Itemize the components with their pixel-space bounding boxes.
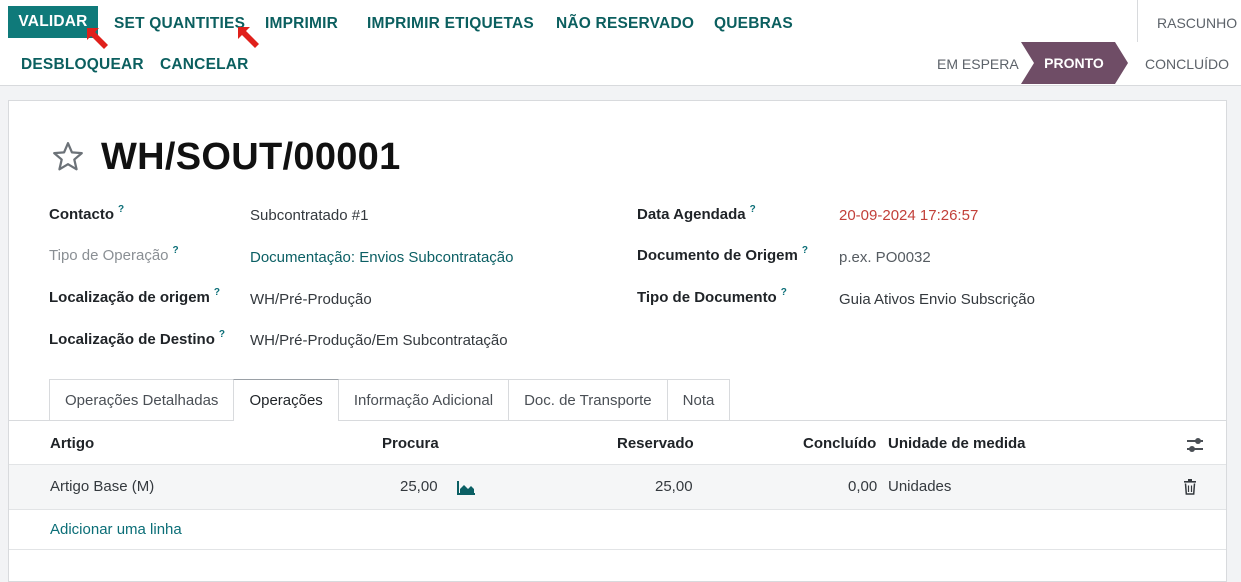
- status-rascunho[interactable]: RASCUNHO: [1157, 15, 1237, 31]
- quebras-button[interactable]: QUEBRAS: [714, 15, 793, 33]
- column-header-reservado[interactable]: Reservado: [617, 435, 694, 452]
- help-icon[interactable]: ?: [781, 287, 787, 298]
- column-settings-icon[interactable]: [1185, 436, 1205, 454]
- cancelar-button[interactable]: CANCELAR: [160, 56, 249, 74]
- title-row: WH/SOUT/00001: [49, 135, 401, 179]
- status-concluido[interactable]: CONCLUÍDO: [1145, 56, 1229, 72]
- row-reservado[interactable]: 25,00: [655, 478, 693, 495]
- status-em-espera[interactable]: EM ESPERA: [937, 56, 1019, 72]
- row-unidade[interactable]: Unidades: [888, 478, 951, 495]
- desbloquear-button[interactable]: DESBLOQUEAR: [21, 56, 144, 74]
- tipo-documento-value[interactable]: Guia Ativos Envio Subscrição: [839, 291, 1035, 308]
- tipo-operacao-value[interactable]: Documentação: Envios Subcontratação: [250, 249, 514, 266]
- tab-operacoes[interactable]: Operações: [233, 379, 339, 421]
- column-header-unidade[interactable]: Unidade de medida: [888, 435, 1026, 452]
- record-title: WH/SOUT/00001: [101, 135, 401, 178]
- documento-origem-label: Documento de Origem?: [637, 245, 808, 264]
- status-pronto-label: PRONTO: [1044, 55, 1104, 71]
- add-line-link[interactable]: Adicionar uma linha: [50, 521, 182, 538]
- help-icon[interactable]: ?: [173, 245, 179, 256]
- tab-doc-transporte[interactable]: Doc. de Transporte: [508, 379, 668, 420]
- localizacao-destino-value[interactable]: WH/Pré-Produção/Em Subcontratação: [250, 332, 508, 349]
- tab-operacoes-detalhadas[interactable]: Operações Detalhadas: [49, 379, 235, 420]
- imprimir-button[interactable]: IMPRIMIR: [265, 15, 338, 33]
- separator: [1137, 0, 1138, 42]
- help-icon[interactable]: ?: [118, 204, 124, 215]
- star-icon[interactable]: [49, 139, 87, 175]
- forecast-chart-icon[interactable]: [456, 480, 476, 496]
- localizacao-destino-label: Localização de Destino?: [49, 329, 225, 348]
- status-pronto[interactable]: PRONTO: [1021, 42, 1129, 84]
- data-agendada-label: Data Agendada?: [637, 204, 756, 223]
- table-footer-divider: [9, 549, 1226, 550]
- tab-informacao-adicional[interactable]: Informação Adicional: [337, 379, 510, 420]
- set-quantities-button[interactable]: SET QUANTITIES: [114, 15, 245, 33]
- help-icon[interactable]: ?: [214, 287, 220, 298]
- trash-icon[interactable]: [1183, 479, 1197, 495]
- tab-divider: [9, 420, 1226, 421]
- row-concluido[interactable]: 0,00: [848, 478, 877, 495]
- help-icon[interactable]: ?: [802, 245, 808, 256]
- tab-nota[interactable]: Nota: [666, 379, 731, 420]
- nao-reservado-button[interactable]: NÃO RESERVADO: [556, 15, 694, 33]
- row-artigo[interactable]: Artigo Base (M): [50, 478, 154, 495]
- contacto-label: Contacto?: [49, 204, 125, 223]
- localizacao-origem-label: Localização de origem?: [49, 287, 220, 306]
- tipo-operacao-label: Tipo de Operação?: [49, 245, 179, 264]
- form-sheet: WH/SOUT/00001 Contacto? Subcontratado #1…: [8, 100, 1227, 582]
- column-header-artigo[interactable]: Artigo: [50, 435, 94, 452]
- control-panel: VALIDAR SET QUANTITIES IMPRIMIR IMPRIMIR…: [0, 0, 1241, 86]
- row-procura[interactable]: 25,00: [400, 478, 438, 495]
- table-row[interactable]: [9, 464, 1226, 510]
- imprimir-etiquetas-button[interactable]: IMPRIMIR ETIQUETAS: [367, 15, 534, 33]
- tipo-documento-label: Tipo de Documento?: [637, 287, 787, 306]
- notebook-tabs: Operações Detalhadas Operações Informaçã…: [49, 379, 731, 421]
- annotation-arrow-icon: [238, 27, 259, 48]
- contacto-value[interactable]: Subcontratado #1: [250, 207, 368, 224]
- column-header-concluido[interactable]: Concluído: [803, 435, 876, 452]
- column-header-procura[interactable]: Procura: [382, 435, 439, 452]
- help-icon[interactable]: ?: [750, 204, 756, 215]
- annotation-arrow-icon: [87, 28, 108, 49]
- data-agendada-value[interactable]: 20-09-2024 17:26:57: [839, 207, 978, 224]
- documento-origem-input[interactable]: p.ex. PO0032: [839, 249, 931, 266]
- help-icon[interactable]: ?: [219, 329, 225, 340]
- localizacao-origem-value[interactable]: WH/Pré-Produção: [250, 291, 372, 308]
